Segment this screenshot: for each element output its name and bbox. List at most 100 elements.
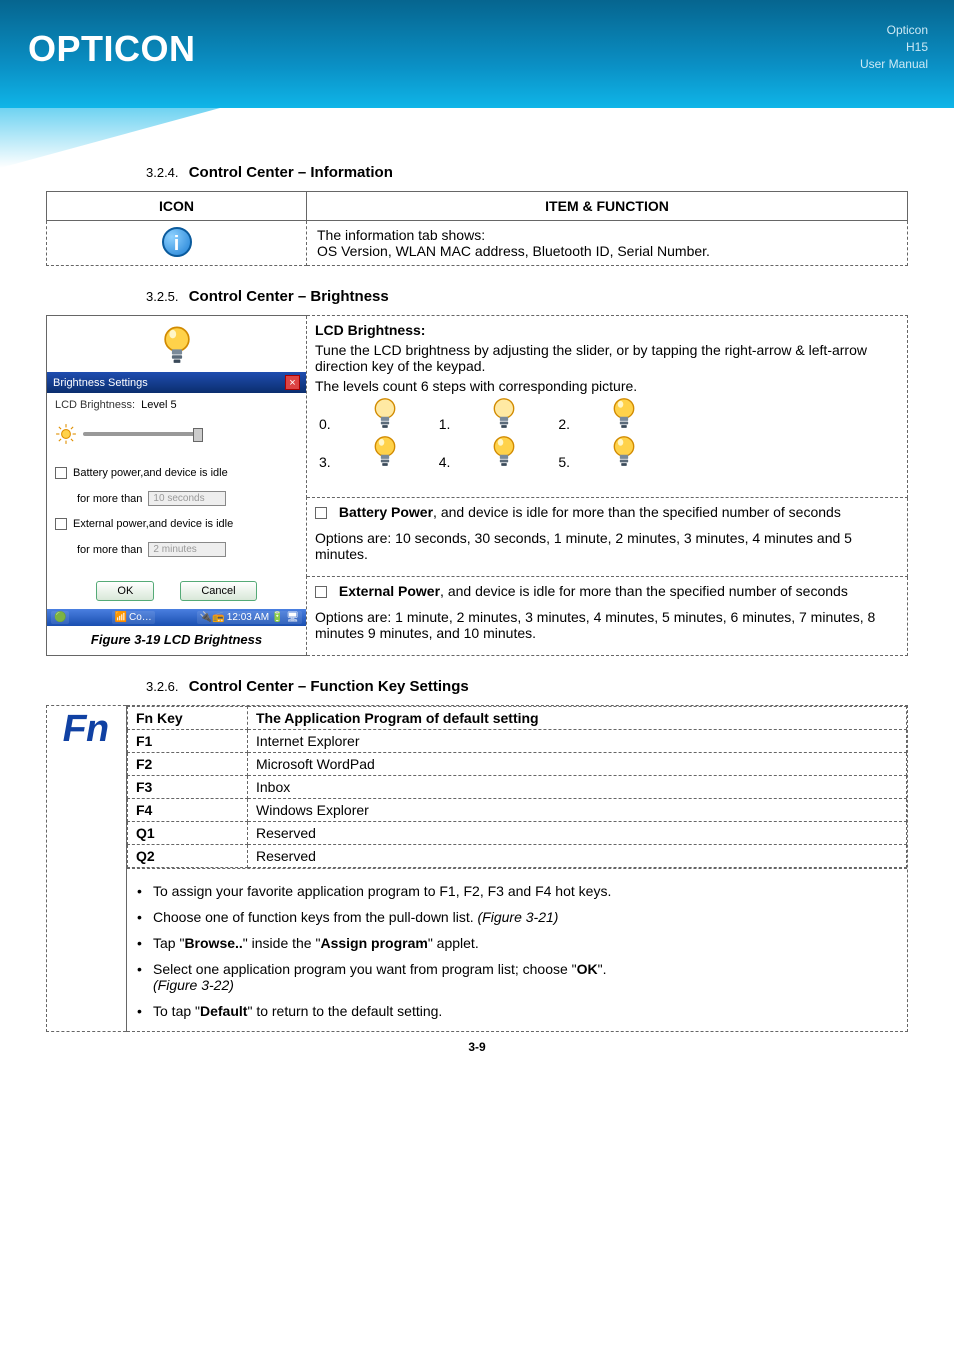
external-power-title: External Power <box>339 583 440 599</box>
bullet-item: To tap "Default" to return to the defaul… <box>135 1003 899 1019</box>
heading-number: 3.2.5. <box>146 289 179 304</box>
ok-button[interactable]: OK <box>96 581 154 601</box>
fn-key: F3 <box>128 776 248 799</box>
taskbar: 🟢 📶 Co… 🔌📻 12:03 AM 🔋 🖥 <box>47 609 306 626</box>
brightness-slider[interactable] <box>83 432 203 436</box>
fn-col-key: Fn Key <box>128 707 248 730</box>
fn-key: F2 <box>128 753 248 776</box>
battery-options: Options are: 10 seconds, 30 seconds, 1 m… <box>315 530 899 562</box>
battery-power-title: Battery Power <box>339 504 433 520</box>
info-desc-line: The information tab shows: <box>317 227 897 243</box>
lcd-level-text: Level 5 <box>141 399 176 411</box>
page-header: OPTICON Opticon H15 User Manual <box>0 0 954 108</box>
taskbar-app[interactable]: 📶 Co… <box>112 611 155 624</box>
heading-text: Control Center – Function Key Settings <box>189 678 469 695</box>
section-heading-brightness: 3.2.5. Control Center – Brightness <box>146 288 908 305</box>
bullet-item: To assign your favorite application prog… <box>135 883 899 899</box>
table-row: Q2Reserved <box>128 845 907 868</box>
info-col-item: ITEM & FUNCTION <box>307 192 908 221</box>
brightness-table: Brightness Settings × LCD Brightness: Le… <box>46 315 908 656</box>
fn-key: Q2 <box>128 845 248 868</box>
external-checkbox[interactable] <box>55 518 67 530</box>
information-icon: i <box>162 227 192 257</box>
bulb-icon <box>490 434 518 470</box>
level-label: 2. <box>558 416 570 432</box>
taskbar-start-icon[interactable]: 🟢 <box>51 611 69 624</box>
level-label: 0. <box>319 416 331 432</box>
fnkey-table: Fn Key The Application Program of defaul… <box>127 706 907 868</box>
lcd-brightness-desc: LCD Brightness: Tune the LCD brightness … <box>307 316 908 498</box>
fn-key: F4 <box>128 799 248 822</box>
lcd-desc: Tune the LCD brightness by adjusting the… <box>315 342 899 374</box>
bulb-icon <box>610 434 638 470</box>
battery-checkbox[interactable] <box>55 467 67 479</box>
brightness-screenshot-cell: Brightness Settings × LCD Brightness: Le… <box>47 316 307 656</box>
info-col-icon: ICON <box>47 192 307 221</box>
brightness-dialog-mock: Brightness Settings × LCD Brightness: Le… <box>47 324 306 655</box>
sun-icon <box>55 423 77 445</box>
fn-app: Inbox <box>248 776 907 799</box>
fnkey-content-cell: Fn Key The Application Program of defaul… <box>127 706 908 1032</box>
checkbox-icon <box>315 586 327 598</box>
fn-col-app: The Application Program of default setti… <box>248 707 907 730</box>
bulb-icon <box>371 434 399 470</box>
external-power-tail: , and device is idle for more than the s… <box>440 583 848 599</box>
bulb-level-row: 3. 4. 5. <box>319 434 899 470</box>
page-number: 3-9 <box>46 1040 908 1054</box>
cancel-button[interactable]: Cancel <box>180 581 256 601</box>
bullet-item: Tap "Browse.." inside the "Assign progra… <box>135 935 899 951</box>
bulb-icon <box>610 396 638 432</box>
doc-meta-line: H15 <box>860 39 928 56</box>
external-options: Options are: 1 minute, 2 minutes, 3 minu… <box>315 609 899 641</box>
heading-text: Control Center – Information <box>189 164 393 181</box>
heading-number: 3.2.6. <box>146 679 179 694</box>
info-desc-line: OS Version, WLAN MAC address, Bluetooth … <box>317 243 897 259</box>
fn-icon: Fn <box>60 710 113 748</box>
brand-logo: OPTICON <box>28 28 196 70</box>
bulb-level-row: 0. 1. 2. <box>319 396 899 432</box>
table-row: F4Windows Explorer <box>128 799 907 822</box>
fn-app: Reserved <box>248 822 907 845</box>
level-label: 5. <box>558 454 570 470</box>
table-row: Q1Reserved <box>128 822 907 845</box>
fn-app: Microsoft WordPad <box>248 753 907 776</box>
fnkey-bullets: To assign your favorite application prog… <box>127 868 907 1031</box>
external-time-select[interactable]: 2 minutes <box>148 542 226 557</box>
fn-app: Internet Explorer <box>248 730 907 753</box>
info-desc-cell: The information tab shows: OS Version, W… <box>307 221 908 266</box>
battery-power-tail: , and device is idle for more than the s… <box>433 504 841 520</box>
fn-key: F1 <box>128 730 248 753</box>
level-label: 4. <box>439 454 451 470</box>
info-icon-cell: i <box>47 221 307 266</box>
taskbar-tray[interactable]: 🔌📻 12:03 AM 🔋 🖥 <box>197 611 302 624</box>
fn-app: Windows Explorer <box>248 799 907 822</box>
external-power-desc: External Power, and device is idle for m… <box>307 576 908 655</box>
for-more-than-label: for more than <box>77 544 142 556</box>
battery-time-select[interactable]: 10 seconds <box>148 491 226 506</box>
heading-number: 3.2.4. <box>146 165 179 180</box>
checkbox-icon <box>315 507 327 519</box>
battery-power-desc: Battery Power, and device is idle for mo… <box>307 497 908 576</box>
lcd-brightness-label: LCD Brightness: <box>55 399 135 411</box>
for-more-than-label: for more than <box>77 493 142 505</box>
bulb-icon <box>160 324 194 368</box>
fn-icon-cell: Fn <box>47 706 127 1032</box>
section-heading-fnkey: 3.2.6. Control Center – Function Key Set… <box>146 678 908 695</box>
level-label: 3. <box>319 454 331 470</box>
bulb-icon <box>371 396 399 432</box>
fn-app: Reserved <box>248 845 907 868</box>
doc-meta-line: Opticon <box>860 22 928 39</box>
info-table: ICON ITEM & FUNCTION i The information t… <box>46 191 908 266</box>
close-icon[interactable]: × <box>285 375 300 390</box>
fn-key: Q1 <box>128 822 248 845</box>
battery-idle-label: Battery power,and device is idle <box>73 467 228 479</box>
bulb-icon <box>490 396 518 432</box>
dialog-title: Brightness Settings <box>53 377 148 389</box>
figure-caption: Figure 3-19 LCD Brightness <box>47 626 306 655</box>
doc-meta-line: User Manual <box>860 56 928 73</box>
bullet-item: Choose one of function keys from the pul… <box>135 909 899 925</box>
table-row: F1Internet Explorer <box>128 730 907 753</box>
lcd-title: LCD Brightness: <box>315 322 899 338</box>
table-row: F3Inbox <box>128 776 907 799</box>
table-row: F2Microsoft WordPad <box>128 753 907 776</box>
